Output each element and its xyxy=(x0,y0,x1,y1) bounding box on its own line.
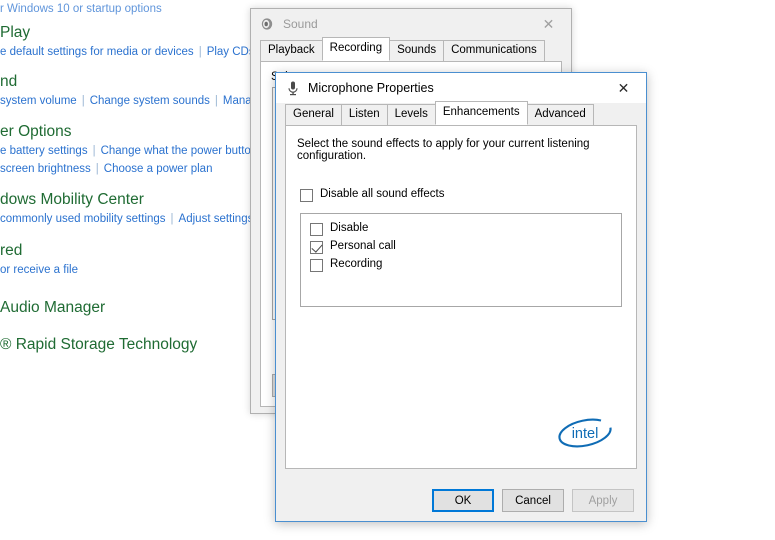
cp-separator: | xyxy=(95,163,99,175)
disable-all-row: Disable all sound effects xyxy=(286,162,636,202)
checkbox-box[interactable] xyxy=(300,189,313,202)
mic-dialog-tabs: General Listen Levels Enhancements Advan… xyxy=(285,101,637,126)
tab-communications[interactable]: Communications xyxy=(443,40,545,61)
enhancements-tabpage: Select the sound effects to apply for yo… xyxy=(285,126,637,469)
cancel-button[interactable]: Cancel xyxy=(502,489,564,512)
cp-link-power-buttons[interactable]: Change what the power buttons d xyxy=(101,145,273,157)
cp-link-mobility-settings[interactable]: commonly used mobility settings xyxy=(0,213,166,225)
disable-all-sound-effects-checkbox[interactable]: Disable all sound effects xyxy=(300,188,625,202)
close-icon[interactable]: ✕ xyxy=(601,74,646,103)
checkbox-box[interactable] xyxy=(310,223,323,236)
cp-link-power-plan[interactable]: Choose a power plan xyxy=(104,163,213,175)
cp-link-change-system-sounds[interactable]: Change system sounds xyxy=(90,95,210,107)
mic-dialog-titlebar[interactable]: Microphone Properties ✕ xyxy=(276,73,646,103)
tab-sounds[interactable]: Sounds xyxy=(389,40,445,61)
tab-recording[interactable]: Recording xyxy=(321,37,391,61)
microphone-properties-dialog[interactable]: Microphone Properties ✕ General Listen L… xyxy=(275,72,647,522)
cp-separator: | xyxy=(198,46,202,58)
mic-dialog-buttons: OK Cancel Apply xyxy=(276,489,646,512)
cp-link-default-settings[interactable]: e default settings for media or devices xyxy=(0,46,194,58)
ok-button[interactable]: OK xyxy=(432,489,494,512)
effect-personal-call-checkbox[interactable]: Personal call xyxy=(310,240,612,254)
checkbox-box-checked[interactable] xyxy=(310,241,323,254)
intel-logo: intel xyxy=(556,414,614,452)
cp-link-screen-brightness[interactable]: screen brightness xyxy=(0,163,91,175)
screen: r Windows 10 or startup options Play e d… xyxy=(0,0,775,540)
effect-disable-label: Disable xyxy=(330,222,369,234)
microphone-icon xyxy=(285,80,301,96)
cp-separator: | xyxy=(81,95,85,107)
sound-effects-list[interactable]: Disable Personal call Recording xyxy=(300,213,622,307)
cp-separator: | xyxy=(214,95,218,107)
cp-link-system-volume[interactable]: system volume xyxy=(0,95,77,107)
effect-recording-label: Recording xyxy=(330,258,383,270)
cp-link-send-receive-file[interactable]: or receive a file xyxy=(0,264,78,276)
effect-personal-call-label: Personal call xyxy=(330,240,396,252)
cp-separator: | xyxy=(92,145,96,157)
tab-advanced[interactable]: Advanced xyxy=(526,104,594,125)
sound-dialog-tabs: Playback Recording Sounds Communications xyxy=(260,37,562,62)
sound-dialog-title: Sound xyxy=(283,17,318,31)
cp-separator: | xyxy=(170,213,174,225)
checkbox-box[interactable] xyxy=(310,259,323,272)
speaker-icon xyxy=(260,16,276,32)
effect-recording-checkbox[interactable]: Recording xyxy=(310,258,612,272)
apply-button[interactable]: Apply xyxy=(572,489,634,512)
cp-link-battery-settings[interactable]: e battery settings xyxy=(0,145,88,157)
sound-dialog-titlebar[interactable]: Sound ✕ xyxy=(251,9,571,39)
svg-text:intel: intel xyxy=(572,426,599,442)
disable-all-sound-effects-label: Disable all sound effects xyxy=(320,188,445,200)
close-icon[interactable]: ✕ xyxy=(526,10,571,39)
effect-disable-checkbox[interactable]: Disable xyxy=(310,222,612,236)
mic-dialog-title: Microphone Properties xyxy=(308,81,434,95)
tab-general[interactable]: General xyxy=(285,104,342,125)
tab-playback[interactable]: Playback xyxy=(260,40,323,61)
tab-enhancements[interactable]: Enhancements xyxy=(434,101,528,125)
enhancements-description: Select the sound effects to apply for yo… xyxy=(297,138,590,162)
tab-levels[interactable]: Levels xyxy=(386,104,436,125)
tab-listen[interactable]: Listen xyxy=(340,104,388,125)
